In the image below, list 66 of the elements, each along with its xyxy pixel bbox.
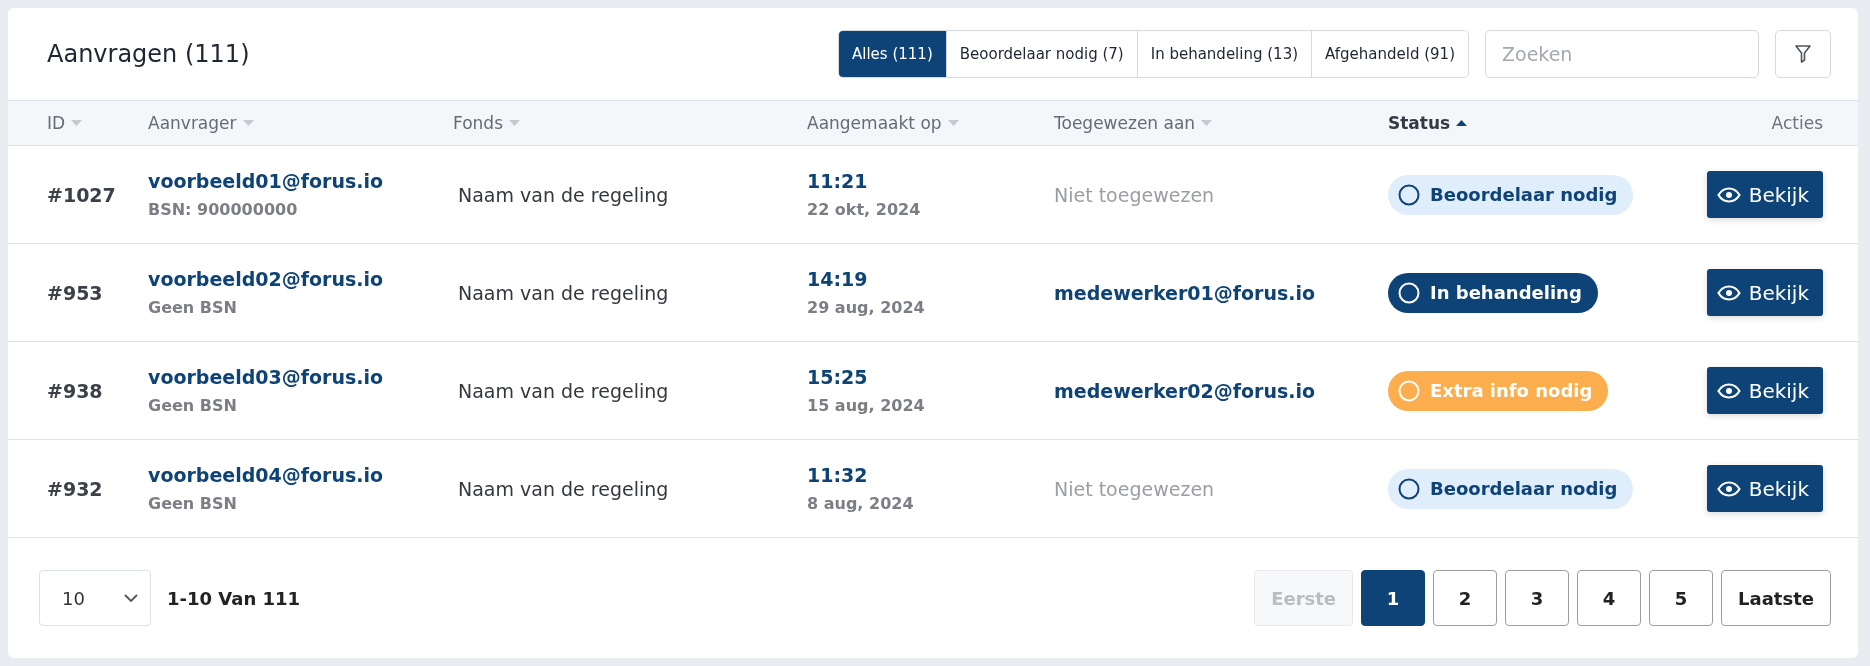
column-header[interactable]: Toegewezen aan: [1054, 113, 1196, 133]
created-date: 15 aug, 2024: [807, 396, 926, 415]
created-date: 8 aug, 2024: [807, 494, 915, 513]
status-badge: Beoordelaar nodig: [1388, 174, 1634, 215]
applicant-bsn: Geen BSN: [148, 298, 238, 317]
chevron-down-icon: [124, 594, 138, 602]
assignee: medewerker02@forus.io: [1054, 379, 1317, 402]
page-button[interactable]: 3: [1505, 570, 1570, 626]
filter-icon: [1795, 45, 1811, 63]
eye-icon: [1716, 382, 1741, 399]
applicant-bsn: Geen BSN: [148, 494, 238, 513]
filter-tab[interactable]: Alles (111): [839, 31, 946, 77]
column-header[interactable]: Fonds: [453, 113, 503, 133]
request-id: #1027: [47, 183, 117, 206]
request-id: #938: [47, 379, 104, 402]
page-button[interactable]: 2: [1433, 570, 1498, 626]
created-time: 11:32: [807, 464, 869, 486]
page-range: 1-10 Van 111: [167, 587, 302, 609]
view-button[interactable]: Bekijk: [1706, 269, 1823, 316]
applicant-email: voorbeeld02@forus.io: [148, 268, 385, 290]
eye-icon: [1716, 480, 1741, 497]
page-button[interactable]: 5: [1649, 570, 1714, 626]
applicant-email: voorbeeld03@forus.io: [148, 366, 385, 388]
view-button[interactable]: Bekijk: [1706, 465, 1823, 512]
column-header[interactable]: ID: [47, 113, 66, 133]
fund-name: Naam van de regeling: [457, 183, 670, 206]
filter-button[interactable]: [1775, 30, 1831, 78]
assignee: Niet toegewezen: [1054, 183, 1216, 206]
status-badge: In behandeling: [1388, 272, 1598, 313]
circle-icon: [1398, 183, 1420, 206]
page-button[interactable]: Laatste: [1721, 570, 1831, 626]
assignee: medewerker01@forus.io: [1054, 281, 1317, 304]
request-id: #953: [47, 281, 104, 304]
applicant-email: voorbeeld01@forus.io: [148, 170, 385, 192]
created-date: 29 aug, 2024: [807, 298, 926, 317]
applicant-bsn: Geen BSN: [148, 396, 238, 415]
column-header: Acties: [1771, 113, 1823, 133]
column-header[interactable]: Aangemaakt op: [807, 113, 942, 133]
column-header[interactable]: Status: [1388, 113, 1451, 133]
created-time: 14:19: [807, 268, 869, 290]
per-page-select[interactable]: 10: [39, 570, 151, 626]
fund-name: Naam van de regeling: [457, 477, 670, 500]
page-button[interactable]: 1: [1361, 570, 1426, 626]
eye-icon: [1716, 186, 1741, 203]
view-button[interactable]: Bekijk: [1706, 171, 1823, 218]
column-header[interactable]: Aanvrager: [148, 113, 237, 133]
search-field[interactable]: Zoeken: [1485, 30, 1759, 78]
view-button[interactable]: Bekijk: [1706, 367, 1823, 414]
circle-icon: [1398, 477, 1420, 500]
page-title: Aanvragen (111): [47, 40, 251, 68]
status-badge: Extra info nodig: [1388, 370, 1609, 411]
circle-icon: [1398, 379, 1420, 402]
created-time: 15:25: [807, 366, 869, 388]
assignee: Niet toegewezen: [1054, 477, 1216, 500]
created-time: 11:21: [807, 170, 869, 192]
filter-tab[interactable]: Afgehandeld (91): [1311, 31, 1468, 77]
created-date: 22 okt, 2024: [807, 200, 922, 219]
eye-icon: [1716, 284, 1741, 301]
circle-icon: [1398, 281, 1420, 304]
applicant-bsn: BSN: 900000000: [148, 200, 299, 219]
page-button[interactable]: 4: [1577, 570, 1642, 626]
fund-name: Naam van de regeling: [457, 281, 670, 304]
status-badge: Beoordelaar nodig: [1388, 468, 1634, 509]
request-id: #932: [47, 477, 104, 500]
fund-name: Naam van de regeling: [457, 379, 670, 402]
applicant-email: voorbeeld04@forus.io: [148, 464, 385, 486]
